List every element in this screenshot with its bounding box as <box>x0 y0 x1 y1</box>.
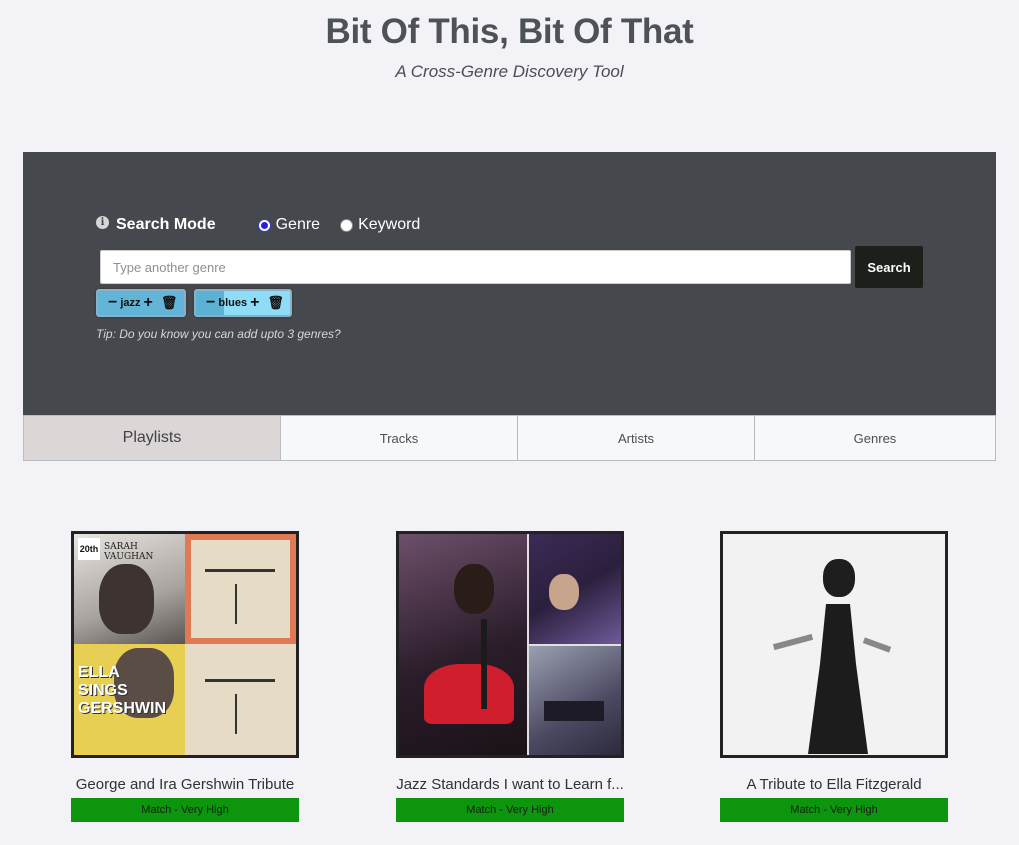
playlist-title[interactable]: A Tribute to Ella Fitzgerald <box>720 776 948 793</box>
genre-search-input[interactable] <box>100 250 851 284</box>
match-badge: Match - Very High <box>71 798 299 822</box>
match-badge: Match - Very High <box>396 798 624 822</box>
genre-chip-label: jazz <box>120 297 141 309</box>
playlist-cover-image[interactable]: 20th SARAH VAUGHAN ELLA SINGS GERSHWIN <box>71 531 299 758</box>
keyword-radio-option[interactable]: Keyword <box>340 216 420 234</box>
playlist-card[interactable]: A Tribute to Ella Fitzgerald Match - Ver… <box>720 531 948 822</box>
keyword-radio-label: Keyword <box>358 216 421 233</box>
search-mode-row: i Search Mode Genre Keyword <box>96 214 440 236</box>
match-badge: Match - Very High <box>720 798 948 822</box>
playlist-cover-image[interactable] <box>396 531 624 758</box>
album-artist-text: SARAH VAUGHAN <box>104 542 154 562</box>
playlist-cover-image[interactable] <box>720 531 948 758</box>
search-mode-label: Search Mode <box>116 216 216 233</box>
tab-tracks[interactable]: Tracks <box>281 416 518 460</box>
playlist-title[interactable]: Jazz Standards I want to Learn f... <box>396 776 624 793</box>
genre-radio[interactable] <box>257 218 271 232</box>
keyword-radio[interactable] <box>340 218 354 232</box>
minus-icon[interactable]: − <box>206 295 215 311</box>
genre-radio-label: Genre <box>275 216 321 233</box>
page-title: Bit Of This, Bit Of That <box>325 12 694 51</box>
tab-artists[interactable]: Artists <box>518 416 755 460</box>
search-panel: i Search Mode Genre Keyword Search − jaz… <box>23 152 996 415</box>
search-button[interactable]: Search <box>855 246 923 288</box>
playlist-card[interactable]: 20th SARAH VAUGHAN ELLA SINGS GERSHWIN G… <box>71 531 299 822</box>
result-tabs: Playlists Tracks Artists Genres <box>23 415 996 461</box>
tab-playlists[interactable]: Playlists <box>24 416 281 460</box>
info-icon[interactable]: i <box>96 215 109 229</box>
album-title-text: ELLA SINGS GERSHWIN <box>78 664 166 717</box>
page-subtitle: A Cross-Genre Discovery Tool <box>395 62 624 81</box>
genre-chip-label: blues <box>218 297 248 309</box>
album-badge: 20th <box>78 538 100 560</box>
plus-icon[interactable]: + <box>144 295 153 311</box>
genre-chip-jazz: − jazz + 🗑 <box>96 289 186 317</box>
genre-radio-option[interactable]: Genre <box>257 216 321 234</box>
tip-text: Tip: Do you know you can add upto 3 genr… <box>96 327 341 341</box>
minus-icon[interactable]: − <box>108 295 117 311</box>
trash-icon[interactable]: 🗑 <box>267 295 284 311</box>
genre-chip-blues: − blues + 🗑 <box>194 289 292 317</box>
genre-chips: − jazz + 🗑 − blues + 🗑 <box>96 289 292 317</box>
plus-icon[interactable]: + <box>250 295 259 311</box>
trash-icon[interactable]: 🗑 <box>161 295 178 311</box>
playlist-title[interactable]: George and Ira Gershwin Tribute <box>71 776 299 793</box>
playlist-card[interactable]: Jazz Standards I want to Learn f... Matc… <box>396 531 624 822</box>
tab-genres[interactable]: Genres <box>755 416 995 460</box>
